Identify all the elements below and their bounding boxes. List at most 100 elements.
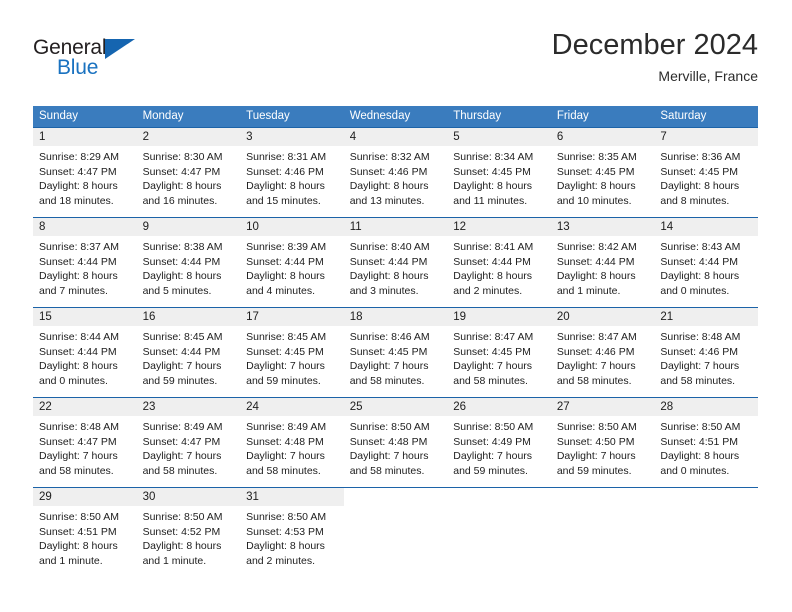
daylight-duration-line1: Daylight: 8 hours xyxy=(142,180,222,193)
calendar-day-cell[interactable]: 31 Sunrise: 8:50 AM Sunset: 4:53 PM Dayligh… xyxy=(240,487,344,578)
calendar-day-cell[interactable]: 20 Sunrise: 8:47 AM Sunset: 4:46 PM Dayligh… xyxy=(550,307,655,398)
location-label: Merville, France xyxy=(658,68,758,84)
calendar-day-cell[interactable]: 7 Sunrise: 8:36 AM Sunset: 4:45 PM Daylight… xyxy=(654,127,758,218)
daylight-duration-line2: and 1 minute. xyxy=(556,284,621,297)
daylight-duration-line2: and 58 minutes. xyxy=(39,464,114,477)
sunrise-time: Sunrise: 8:30 AM xyxy=(142,151,223,163)
calendar-day-cell[interactable]: 25 Sunrise: 8:50 AM Sunset: 4:48 PM Dayligh… xyxy=(343,397,448,488)
sunset-time: Sunset: 4:45 PM xyxy=(453,165,531,178)
day-details: Sunrise: 8:50 AM Sunset: 4:48 PM Daylight:… xyxy=(344,416,448,478)
daylight-duration-line2: and 3 minutes. xyxy=(349,284,419,297)
calendar-day-cell[interactable]: 16 Sunrise: 8:45 AM Sunset: 4:44 PM Dayligh… xyxy=(136,307,241,398)
calendar-day-cell[interactable]: 14 Sunrise: 8:43 AM Sunset: 4:44 PM Dayligh… xyxy=(654,217,758,308)
sunrise-time: Sunrise: 8:49 AM xyxy=(246,421,327,433)
sunrise-time: Sunrise: 8:47 AM xyxy=(453,331,534,343)
sunrise-time: Sunrise: 8:34 AM xyxy=(453,151,534,163)
daylight-duration-line1: Daylight: 8 hours xyxy=(556,180,636,193)
calendar-day-cell-empty xyxy=(343,487,448,578)
day-details: Sunrise: 8:38 AM Sunset: 4:44 PM Daylight:… xyxy=(137,236,241,298)
weekday-header-wednesday: Wednesday xyxy=(343,106,448,128)
day-details: Sunrise: 8:45 AM Sunset: 4:44 PM Daylight:… xyxy=(137,326,241,388)
calendar-day-cell[interactable]: 27 Sunrise: 8:50 AM Sunset: 4:50 PM Dayligh… xyxy=(550,397,655,488)
calendar-day-cell[interactable]: 18 Sunrise: 8:46 AM Sunset: 4:45 PM Dayligh… xyxy=(343,307,448,398)
sunrise-time: Sunrise: 8:48 AM xyxy=(39,421,119,433)
sunset-time: Sunset: 4:51 PM xyxy=(39,525,117,538)
sunrise-time: Sunrise: 8:39 AM xyxy=(246,241,327,253)
calendar-day-cell[interactable]: 23 Sunrise: 8:49 AM Sunset: 4:47 PM Dayligh… xyxy=(136,397,241,488)
day-number: 5 xyxy=(447,128,551,146)
sunrise-time: Sunrise: 8:38 AM xyxy=(142,241,223,253)
sunrise-time: Sunrise: 8:46 AM xyxy=(349,331,430,343)
day-number: 25 xyxy=(343,398,448,416)
calendar-day-cell[interactable]: 5 Sunrise: 8:34 AM Sunset: 4:45 PM Daylight… xyxy=(447,127,551,218)
sunrise-time: Sunrise: 8:50 AM xyxy=(556,421,637,433)
calendar-day-cell[interactable]: 17 Sunrise: 8:45 AM Sunset: 4:45 PM Dayligh… xyxy=(240,307,344,398)
day-number: 17 xyxy=(240,308,344,326)
day-number: 29 xyxy=(33,488,137,506)
daylight-duration-line2: and 59 minutes. xyxy=(556,464,632,477)
sunrise-time: Sunrise: 8:41 AM xyxy=(453,241,534,253)
day-details: Sunrise: 8:50 AM Sunset: 4:50 PM Daylight:… xyxy=(551,416,655,478)
sunset-time: Sunset: 4:46 PM xyxy=(660,345,739,358)
sunset-time: Sunset: 4:44 PM xyxy=(453,255,531,268)
calendar-week-row: 8 Sunrise: 8:37 AM Sunset: 4:44 PM Daylight… xyxy=(33,217,758,308)
calendar-day-cell[interactable]: 30 Sunrise: 8:50 AM Sunset: 4:52 PM Dayligh… xyxy=(136,487,241,578)
day-number: 14 xyxy=(654,218,758,236)
logo-text-blue: Blue xyxy=(57,56,99,79)
day-number: 21 xyxy=(654,308,758,326)
calendar-day-cell[interactable]: 22 Sunrise: 8:48 AM Sunset: 4:47 PM Dayligh… xyxy=(33,397,137,488)
calendar-day-cell[interactable]: 26 Sunrise: 8:50 AM Sunset: 4:49 PM Dayligh… xyxy=(447,397,551,488)
daylight-duration-line1: Daylight: 7 hours xyxy=(349,450,429,463)
weekday-header-sunday: Sunday xyxy=(33,106,137,128)
calendar-day-cell-empty xyxy=(447,487,551,578)
sunset-time: Sunset: 4:45 PM xyxy=(246,345,324,358)
calendar-day-cell[interactable]: 4 Sunrise: 8:32 AM Sunset: 4:46 PM Daylight… xyxy=(343,127,448,218)
daylight-duration-line1: Daylight: 8 hours xyxy=(39,540,118,553)
daylight-duration-line2: and 0 minutes. xyxy=(660,284,730,297)
sunset-time: Sunset: 4:45 PM xyxy=(556,165,635,178)
calendar-day-cell[interactable]: 8 Sunrise: 8:37 AM Sunset: 4:44 PM Daylight… xyxy=(33,217,137,308)
day-details: Sunrise: 8:40 AM Sunset: 4:44 PM Daylight:… xyxy=(344,236,448,298)
general-blue-logo[interactable]: General Blue xyxy=(33,36,213,92)
calendar-day-cell[interactable]: 12 Sunrise: 8:41 AM Sunset: 4:44 PM Dayligh… xyxy=(447,217,551,308)
calendar-day-cell[interactable]: 11 Sunrise: 8:40 AM Sunset: 4:44 PM Dayligh… xyxy=(343,217,448,308)
daylight-duration-line2: and 10 minutes. xyxy=(556,194,632,207)
daylight-duration-line1: Daylight: 8 hours xyxy=(142,270,222,283)
daylight-duration-line2: and 5 minutes. xyxy=(142,284,212,297)
day-number: 3 xyxy=(240,128,344,146)
calendar-day-cell-empty xyxy=(654,487,758,578)
calendar-day-cell[interactable]: 13 Sunrise: 8:42 AM Sunset: 4:44 PM Dayligh… xyxy=(550,217,655,308)
calendar-day-cell[interactable]: 6 Sunrise: 8:35 AM Sunset: 4:45 PM Daylight… xyxy=(550,127,655,218)
calendar-day-cell[interactable]: 29 Sunrise: 8:50 AM Sunset: 4:51 PM Dayligh… xyxy=(33,487,137,578)
daylight-duration-line2: and 58 minutes. xyxy=(660,374,736,387)
sunset-time: Sunset: 4:44 PM xyxy=(349,255,428,268)
day-number: 30 xyxy=(136,488,241,506)
sunrise-time: Sunrise: 8:32 AM xyxy=(349,151,430,163)
day-number: 26 xyxy=(447,398,551,416)
calendar-day-cell[interactable]: 24 Sunrise: 8:49 AM Sunset: 4:48 PM Dayligh… xyxy=(240,397,344,488)
day-number: 6 xyxy=(550,128,655,146)
daylight-duration-line2: and 0 minutes. xyxy=(660,464,730,477)
calendar-day-cell[interactable]: 15 Sunrise: 8:44 AM Sunset: 4:44 PM Dayligh… xyxy=(33,307,137,398)
sunset-time: Sunset: 4:44 PM xyxy=(39,345,117,358)
sunset-time: Sunset: 4:44 PM xyxy=(556,255,635,268)
calendar-day-cell[interactable]: 19 Sunrise: 8:47 AM Sunset: 4:45 PM Dayligh… xyxy=(447,307,551,398)
day-details xyxy=(447,506,551,510)
sunrise-time: Sunrise: 8:42 AM xyxy=(556,241,637,253)
sunrise-time: Sunrise: 8:50 AM xyxy=(660,421,741,433)
calendar-day-cell[interactable]: 9 Sunrise: 8:38 AM Sunset: 4:44 PM Daylight… xyxy=(136,217,241,308)
calendar-day-cell[interactable]: 21 Sunrise: 8:48 AM Sunset: 4:46 PM Dayligh… xyxy=(654,307,758,398)
calendar-day-cell[interactable]: 2 Sunrise: 8:30 AM Sunset: 4:47 PM Daylight… xyxy=(136,127,241,218)
sunset-time: Sunset: 4:48 PM xyxy=(349,435,428,448)
sunset-time: Sunset: 4:46 PM xyxy=(349,165,428,178)
day-details: Sunrise: 8:29 AM Sunset: 4:47 PM Daylight:… xyxy=(33,146,137,208)
day-number: 1 xyxy=(33,128,137,146)
calendar-day-cell[interactable]: 10 Sunrise: 8:39 AM Sunset: 4:44 PM Dayligh… xyxy=(240,217,344,308)
day-number: 22 xyxy=(33,398,137,416)
calendar-day-cell[interactable]: 28 Sunrise: 8:50 AM Sunset: 4:51 PM Dayligh… xyxy=(654,397,758,488)
daylight-duration-line2: and 58 minutes. xyxy=(142,464,218,477)
calendar-day-cell[interactable]: 3 Sunrise: 8:31 AM Sunset: 4:46 PM Daylight… xyxy=(240,127,344,218)
calendar-day-cell[interactable]: 1 Sunrise: 8:29 AM Sunset: 4:47 PM Daylight… xyxy=(33,127,137,218)
logo-triangle-icon xyxy=(105,39,135,59)
daylight-duration-line1: Daylight: 8 hours xyxy=(349,180,429,193)
